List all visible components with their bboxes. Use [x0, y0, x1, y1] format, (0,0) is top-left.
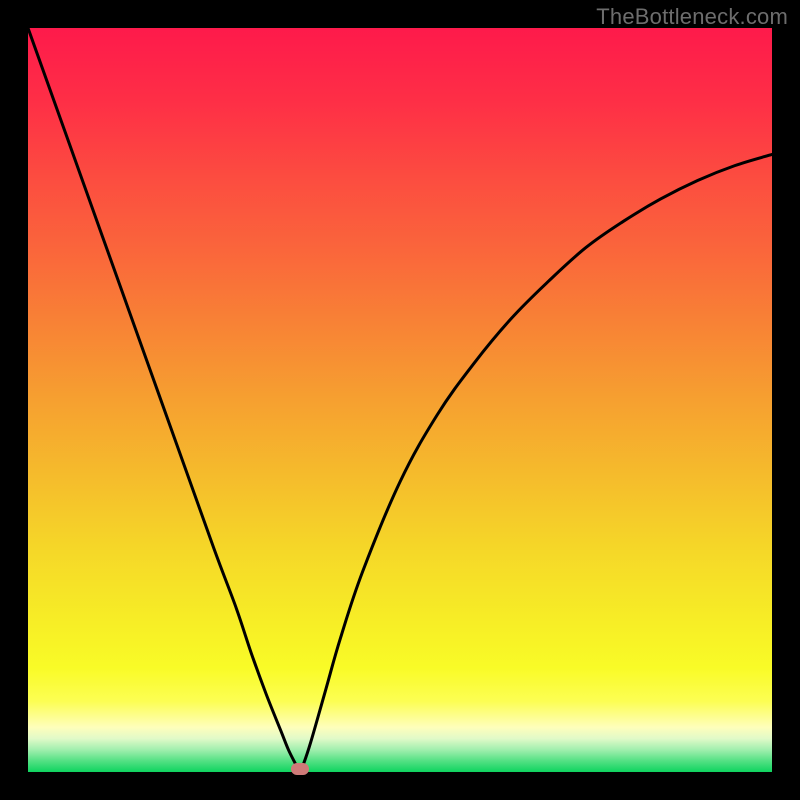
chart-frame — [28, 28, 772, 772]
chart-background — [28, 28, 772, 772]
watermark-text: TheBottleneck.com — [596, 4, 788, 30]
optimal-point-marker — [291, 763, 309, 775]
